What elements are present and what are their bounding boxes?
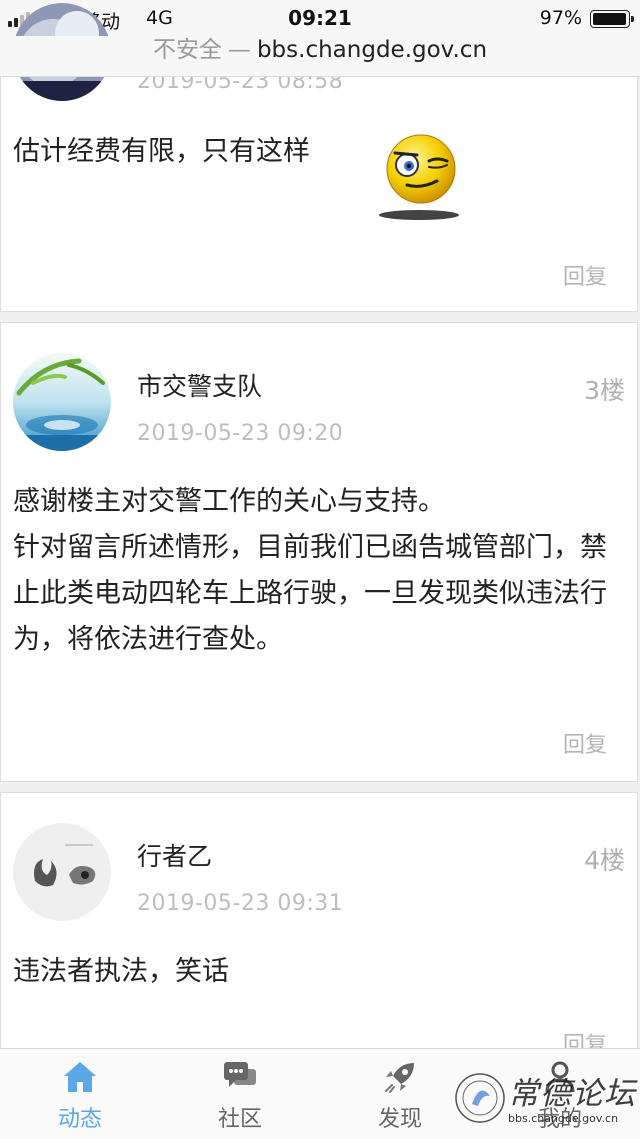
reply-button[interactable]: 回复	[563, 259, 607, 291]
post-content: 估计经费有限，只有这样	[13, 129, 623, 175]
post-card: 2019-05-23 08:58 估计经费有限，只有这样 回复	[0, 3, 638, 312]
author-name[interactable]: 市交警支队	[137, 367, 262, 403]
floor-number: 4楼	[584, 846, 625, 875]
home-icon	[62, 1059, 98, 1095]
post-content: 违法者执法，笑话	[13, 949, 623, 995]
tab-community[interactable]: 社区	[160, 1049, 320, 1139]
post-card: 市交警支队 3楼 2019-05-23 09:20 感谢楼主对交警工作的关心与支…	[0, 322, 638, 782]
post-text-line: 感谢楼主对交警工作的关心与支持。	[13, 486, 445, 517]
forum-watermark: 常德论坛 bbs.changde.gov.cn	[452, 1064, 638, 1136]
post-text-line: 估计经费有限，只有这样	[13, 136, 310, 167]
tab-label: 社区	[217, 1107, 262, 1132]
post-card: 行者乙 4楼 2019-05-23 09:31 违法者执法，笑话 回复	[0, 792, 638, 1058]
insecure-label: 不安全	[152, 37, 222, 63]
post-text-line: 针对留言所述情形，目前我们已函告城管部门，禁止此类电动四轮车上路行驶，一旦发现类…	[13, 532, 607, 655]
tab-dynamic[interactable]: 动态	[0, 1049, 160, 1139]
address-bar[interactable]: 不安全 — bbs.changde.gov.cn	[0, 36, 640, 77]
tab-label: 动态	[57, 1107, 102, 1132]
avatar[interactable]	[13, 823, 111, 921]
url-separator: —	[227, 37, 251, 63]
watermark-title: 常德论坛	[508, 1076, 636, 1112]
post-content: 感谢楼主对交警工作的关心与支持。 针对留言所述情形，目前我们已函告城管部门，禁止…	[13, 479, 623, 663]
battery-percent: 97%	[539, 7, 582, 29]
avatar[interactable]	[13, 353, 111, 451]
winking-face-icon	[377, 131, 461, 223]
rocket-icon	[382, 1059, 418, 1095]
chat-bubbles-icon	[222, 1059, 258, 1095]
post-time: 2019-05-23 09:20	[137, 421, 344, 446]
author-name[interactable]: 行者乙	[137, 837, 212, 873]
url-domain: bbs.changde.gov.cn	[256, 37, 488, 63]
forum-seal-logo	[455, 1073, 505, 1123]
battery-icon	[590, 10, 634, 28]
reply-button[interactable]: 回复	[563, 727, 607, 759]
watermark-url: bbs.changde.gov.cn	[508, 1112, 619, 1125]
floor-number: 3楼	[584, 376, 625, 405]
post-text-line: 违法者执法，笑话	[13, 956, 229, 987]
post-time: 2019-05-23 09:31	[137, 891, 344, 916]
